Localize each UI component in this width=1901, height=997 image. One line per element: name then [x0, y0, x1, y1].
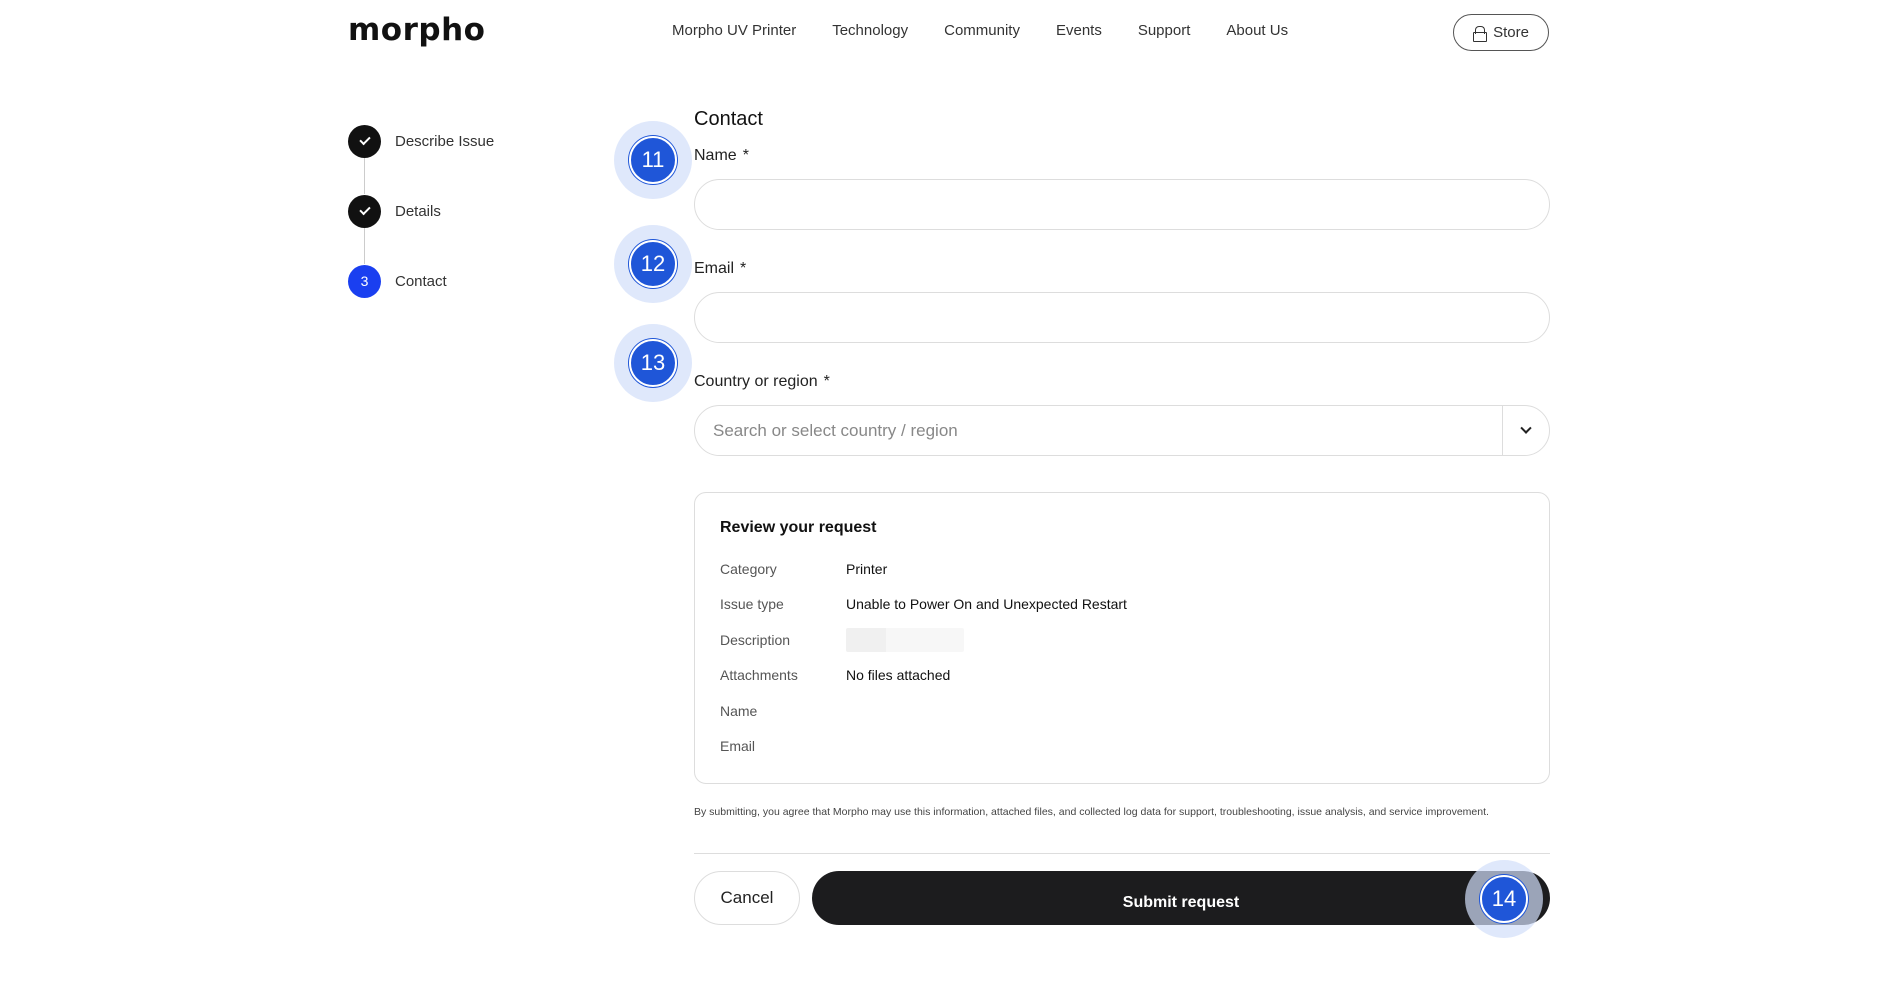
- submit-request-button[interactable]: Submit request: [812, 871, 1550, 925]
- step-connector: [364, 158, 365, 194]
- cancel-button[interactable]: Cancel: [694, 871, 800, 925]
- review-value: Printer: [846, 560, 888, 577]
- badge-number: 11: [629, 136, 677, 184]
- lock-icon: [1473, 25, 1488, 42]
- review-title: Review your request: [720, 519, 877, 536]
- annotation-badge: 14: [1465, 860, 1543, 938]
- morpho-logo[interactable]: morpho: [348, 12, 485, 48]
- step-label: Describe Issue: [395, 132, 495, 150]
- name-input[interactable]: [694, 179, 1550, 230]
- contact-form: Contact Name * Email * Country or region * …: [694, 108, 1550, 854]
- nav-support[interactable]: Support: [1138, 22, 1191, 39]
- nav-community[interactable]: Community: [944, 22, 1020, 39]
- country-label: Country or region: [694, 373, 818, 390]
- country-dropdown-toggle[interactable]: [1503, 422, 1549, 435]
- step-label: Contact: [395, 272, 447, 290]
- description-preview: [846, 627, 964, 652]
- nav-morpho-uv-printer[interactable]: Morpho UV Printer: [672, 22, 796, 39]
- annotation-badge: 11: [614, 121, 692, 199]
- chevron-down-icon: [1520, 422, 1532, 434]
- name-label: Name: [694, 147, 737, 164]
- country-placeholder: Search or select country / region: [713, 420, 958, 440]
- nav-events[interactable]: Events: [1056, 22, 1102, 39]
- nav-about-us[interactable]: About Us: [1226, 22, 1288, 39]
- badge-number: 14: [1480, 875, 1528, 923]
- review-panel: Review your request Category Printer Iss…: [694, 492, 1550, 784]
- check-icon: [358, 203, 371, 216]
- email-field-group: Email *: [694, 260, 1550, 343]
- review-key: Attachments: [720, 667, 798, 684]
- review-key: Description: [720, 631, 791, 648]
- check-icon: [358, 133, 371, 146]
- annotation-badge: 12: [614, 225, 692, 303]
- badge-number: 12: [629, 240, 677, 288]
- step-connector: [364, 228, 365, 264]
- store-label: Store: [1493, 24, 1529, 41]
- form-actions: Cancel Submit request: [694, 871, 1550, 925]
- review-key: Category: [720, 560, 777, 577]
- review-row-category: Category Printer: [720, 551, 1524, 587]
- review-row-email: Email: [720, 729, 1524, 765]
- step-contact: 3 Contact: [348, 264, 494, 298]
- review-row-description: Description: [720, 622, 1524, 658]
- step-details: Details: [348, 194, 494, 264]
- review-row-issue-type: Issue type Unable to Power On and Unexpe…: [720, 587, 1524, 623]
- main-nav: Morpho UV Printer Technology Community E…: [672, 22, 1324, 39]
- divider: [694, 853, 1550, 854]
- email-input[interactable]: [694, 292, 1550, 343]
- country-field-group: Country or region * Search or select coun…: [694, 373, 1550, 456]
- name-field-group: Name *: [694, 147, 1550, 230]
- step-complete-indicator: [348, 194, 381, 228]
- review-row-name: Name: [720, 693, 1524, 729]
- review-key: Name: [720, 702, 758, 719]
- badge-number: 13: [629, 339, 677, 387]
- review-row-attachments: Attachments No files attached: [720, 658, 1524, 694]
- progress-steps: Describe Issue Details 3 Contact: [348, 124, 494, 334]
- store-button[interactable]: Store: [1453, 14, 1549, 51]
- annotation-badge: 13: [614, 324, 692, 402]
- step-label: Details: [395, 202, 441, 220]
- nav-technology[interactable]: Technology: [832, 22, 908, 39]
- step-complete-indicator: [348, 124, 381, 158]
- required-mark: *: [742, 147, 749, 164]
- required-mark: *: [740, 260, 747, 277]
- required-mark: *: [823, 373, 830, 390]
- country-select[interactable]: Search or select country / region: [694, 405, 1550, 456]
- review-key: Issue type: [720, 596, 784, 613]
- email-label: Email: [694, 260, 735, 277]
- step-number-indicator: 3: [348, 264, 381, 298]
- step-describe-issue: Describe Issue: [348, 124, 495, 194]
- review-value: No files attached: [846, 667, 951, 684]
- consent-notice: By submitting, you agree that Morpho may…: [694, 806, 1489, 818]
- review-value: Unable to Power On and Unexpected Restar…: [846, 596, 1127, 613]
- section-title: Contact: [694, 108, 763, 130]
- review-key: Email: [720, 738, 756, 755]
